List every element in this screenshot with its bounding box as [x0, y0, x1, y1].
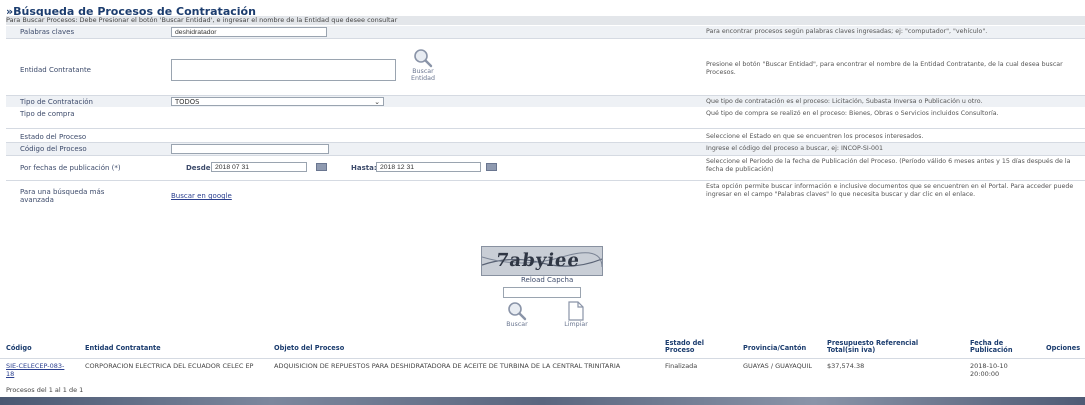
code-help: Ingrese el código del proceso a buscar, …: [706, 145, 884, 152]
magnifier-icon: [508, 302, 527, 321]
captcha-input[interactable]: [503, 287, 581, 298]
keywords-help: Para encontrar procesos según palabras c…: [706, 28, 988, 35]
search-entity-button[interactable]: Buscar Entidad: [404, 48, 442, 82]
to-date-input[interactable]: [376, 162, 481, 172]
col-status: Estado del Proceso: [665, 339, 705, 354]
dates-help: Seleccione el Período de la fecha de Pub…: [706, 158, 1071, 173]
col-code: Código: [6, 344, 32, 352]
result-budget: $37,574.38: [827, 362, 865, 370]
col-entity: Entidad Contratante: [85, 344, 161, 352]
advanced-help: Esta opción permite buscar información e…: [706, 183, 1074, 198]
code-label: Código del Proceso: [20, 145, 87, 153]
result-object: ADQUISICION DE REPUESTOS PARA DESHIDRATA…: [274, 362, 621, 370]
table-row: SIE-CELECEP-083-18 CORPORACION ELECTRICA…: [0, 362, 1085, 382]
clear-button[interactable]: Limpiar: [558, 301, 594, 328]
result-location: GUAYAS / GUAYAQUIL: [743, 362, 813, 370]
code-input[interactable]: [171, 144, 329, 154]
page-subtitle: Para Buscar Procesos: Debe Presionar el …: [6, 16, 1085, 25]
result-status: Finalizada: [665, 362, 698, 370]
entity-input[interactable]: [171, 59, 396, 81]
entity-row: Entidad Contratante Buscar Entidad Presi…: [6, 39, 1085, 95]
clear-button-label: Limpiar: [564, 321, 588, 328]
calendar-icon[interactable]: [486, 163, 497, 171]
search-button-label: Buscar: [506, 321, 528, 328]
purchase-type-row: Tipo de compra Qué tipo de compra se rea…: [6, 108, 1085, 128]
dates-label: Por fechas de publicación (*): [20, 164, 121, 172]
from-label: Desde:: [186, 164, 214, 172]
document-icon: [568, 301, 584, 321]
status-help: Seleccione el Estado en que se encuentre…: [706, 133, 924, 140]
magnifier-icon: [414, 49, 433, 68]
result-date: 2018-10-10 20:00:00: [970, 362, 1008, 378]
result-entity: CORPORACION ELECTRICA DEL ECUADOR CELEC …: [85, 362, 254, 370]
col-location: Provincia/Cantón: [743, 344, 807, 352]
purchase-type-help: Qué tipo de compra se realizó en el proc…: [706, 110, 999, 117]
entity-label: Entidad Contratante: [20, 66, 91, 74]
from-date-input[interactable]: [211, 162, 307, 172]
col-options: Opciones: [1046, 344, 1081, 352]
contract-type-row: Tipo de Contratación TODOS ⌄ Que tipo de…: [6, 96, 1085, 107]
reload-captcha-link[interactable]: Reload Capcha: [521, 276, 573, 284]
col-budget: Presupuesto Referencial Total(sin iva): [827, 339, 919, 354]
calendar-icon[interactable]: [316, 163, 327, 171]
google-search-link[interactable]: Buscar en google: [171, 192, 232, 200]
results-count: Procesos del 1 al 1 de 1: [6, 386, 84, 394]
advanced-row: Para una búsqueda más avanzada Buscar en…: [6, 181, 1085, 209]
contract-type-value: TODOS: [175, 98, 200, 106]
dates-row: Por fechas de publicación (*) Desde: Has…: [6, 156, 1085, 180]
status-label: Estado del Proceso: [20, 133, 87, 141]
contract-type-select[interactable]: TODOS ⌄: [171, 97, 384, 106]
captcha-text: 7abyiee: [494, 250, 582, 271]
chevron-down-icon: ⌄: [374, 98, 380, 106]
keywords-row: Palabras claves Para encontrar procesos …: [6, 26, 1085, 38]
col-object: Objeto del Proceso: [274, 344, 345, 352]
purchase-type-label: Tipo de compra: [20, 110, 75, 118]
to-label: Hasta:: [351, 164, 377, 172]
keywords-input[interactable]: [171, 27, 327, 37]
code-row: Código del Proceso Ingrese el código del…: [6, 143, 1085, 155]
contract-type-help: Que tipo de contratación es el proceso: …: [706, 98, 983, 105]
search-entity-label: Buscar Entidad: [410, 68, 436, 82]
result-code-link[interactable]: SIE-CELECEP-083-18: [6, 362, 66, 378]
col-date: Fecha de Publicación: [970, 339, 1013, 354]
keywords-label: Palabras claves: [20, 28, 75, 36]
footer-bar: [0, 397, 1085, 405]
captcha-image: 7abyiee: [481, 246, 603, 276]
contract-type-label: Tipo de Contratación: [20, 98, 93, 106]
status-row: Estado del Proceso Seleccione el Estado …: [6, 129, 1085, 142]
search-button[interactable]: Buscar: [502, 301, 532, 328]
entity-help: Presione el botón "Buscar Entidad", para…: [706, 61, 1063, 76]
advanced-label: Para una búsqueda más avanzada: [20, 188, 105, 204]
results-header: Código Entidad Contratante Objeto del Pr…: [0, 338, 1085, 357]
